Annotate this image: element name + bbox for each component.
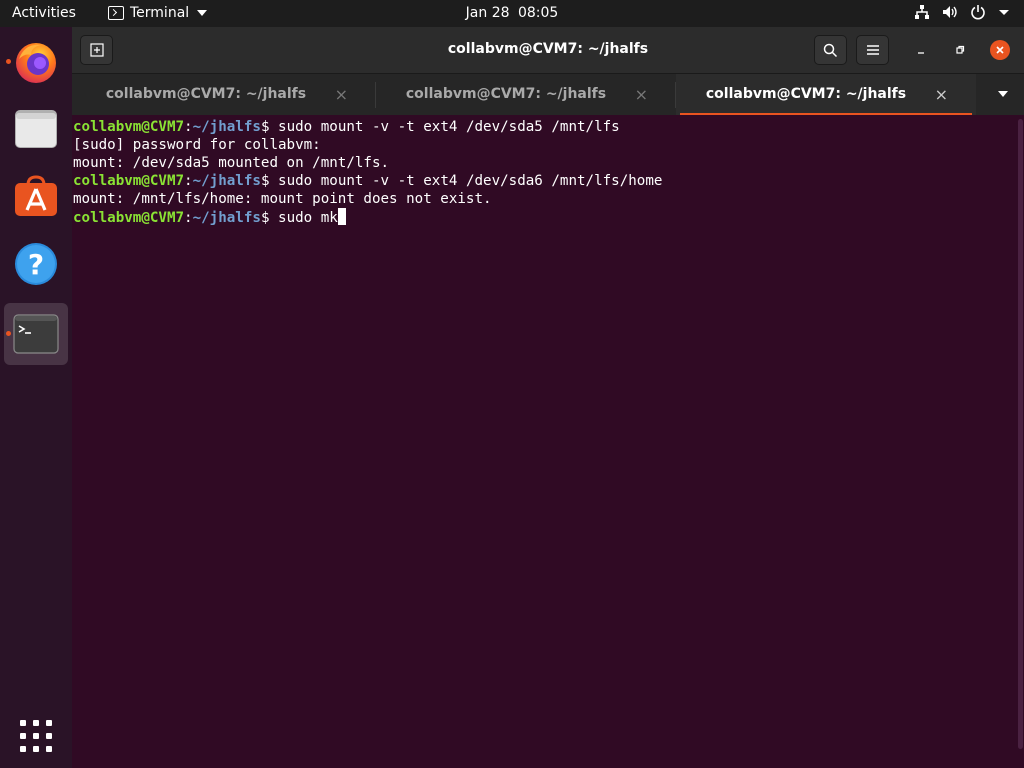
prompt-dollar: $ — [260, 210, 279, 226]
terminal-window: collabvm@CVM7: ~/jhalfs collabvm@CVM7: ~… — [72, 27, 1024, 768]
output-text: mount: /mnt/lfs/home: mount point does n… — [73, 191, 492, 207]
command-text: sudo mk — [278, 210, 338, 226]
firefox-icon — [16, 43, 56, 83]
prompt-user: collabvm@CVM7 — [73, 119, 185, 135]
prompt-colon: : — [184, 173, 193, 189]
prompt-path: ~/jhalfs — [192, 173, 261, 189]
tab-close-icon[interactable]: × — [335, 85, 348, 104]
close-icon — [996, 46, 1004, 54]
terminal-line: [sudo] password for collabvm: — [73, 136, 1016, 154]
volume-icon[interactable] — [942, 4, 958, 20]
terminal-line: mount: /dev/sda5 mounted on /mnt/lfs. — [73, 154, 1016, 172]
tabs-dropdown-icon[interactable] — [998, 91, 1008, 97]
files-icon — [15, 110, 57, 148]
network-icon[interactable] — [914, 4, 930, 20]
scrollbar-thumb[interactable] — [1018, 119, 1023, 749]
minimize-icon — [918, 52, 924, 54]
tab-1[interactable]: collabvm@CVM7: ~/jhalfs × — [76, 74, 376, 115]
dock: ? — [0, 27, 72, 768]
power-icon[interactable] — [970, 4, 986, 20]
tab-3-active[interactable]: collabvm@CVM7: ~/jhalfs × — [676, 74, 976, 116]
terminal-line: collabvm@CVM7:~/jhalfs$ sudo mount -v -t… — [73, 172, 1016, 190]
tab-bar: collabvm@CVM7: ~/jhalfs × collabvm@CVM7:… — [72, 73, 1024, 116]
menu-button[interactable] — [856, 35, 889, 65]
minimize-button[interactable] — [911, 40, 931, 60]
show-apps-button[interactable] — [4, 705, 68, 767]
clock-time: 08:05 — [517, 5, 559, 21]
search-button[interactable] — [814, 35, 847, 65]
terminal-line: collabvm@CVM7:~/jhalfs$ sudo mk — [73, 208, 1016, 226]
maximize-button[interactable] — [950, 40, 970, 60]
dock-item-software[interactable] — [4, 165, 68, 227]
prompt-colon: : — [184, 210, 193, 226]
clock-date: Jan 28 — [465, 5, 510, 21]
command-text: sudo mount -v -t ext4 /dev/sda5 /mnt/lfs — [278, 119, 620, 135]
svg-text:?: ? — [28, 248, 44, 281]
prompt-dollar: $ — [260, 173, 279, 189]
tab-label: collabvm@CVM7: ~/jhalfs — [105, 86, 307, 102]
terminal-scrollbar[interactable] — [1017, 115, 1024, 768]
tab-label: collabvm@CVM7: ~/jhalfs — [705, 86, 907, 102]
prompt-colon: : — [184, 119, 193, 135]
terminal-line: collabvm@CVM7:~/jhalfs$ sudo mount -v -t… — [73, 118, 1016, 136]
tab-label: collabvm@CVM7: ~/jhalfs — [405, 86, 607, 102]
prompt-user: collabvm@CVM7 — [73, 173, 185, 189]
header-bar[interactable]: collabvm@CVM7: ~/jhalfs — [72, 27, 1024, 73]
prompt-dollar: $ — [260, 119, 279, 135]
hamburger-icon — [866, 45, 879, 55]
prompt-path: ~/jhalfs — [192, 119, 261, 135]
search-icon — [823, 43, 838, 57]
tab-close-icon[interactable]: × — [635, 85, 648, 104]
maximize-icon — [956, 45, 965, 54]
dock-item-terminal[interactable] — [4, 303, 68, 365]
dock-item-firefox[interactable] — [4, 31, 68, 93]
system-tray[interactable] — [914, 4, 1010, 20]
terminal-line: mount: /mnt/lfs/home: mount point does n… — [73, 190, 1016, 208]
command-text: sudo mount -v -t ext4 /dev/sda6 /mnt/lfs… — [278, 173, 663, 189]
prompt-path: ~/jhalfs — [192, 210, 261, 226]
output-text: mount: /dev/sda5 mounted on /mnt/lfs. — [73, 155, 390, 171]
dock-item-help[interactable]: ? — [4, 233, 68, 295]
chevron-down-icon[interactable] — [998, 6, 1010, 18]
tab-2[interactable]: collabvm@CVM7: ~/jhalfs × — [376, 74, 676, 115]
prompt-user: collabvm@CVM7 — [73, 210, 185, 226]
top-bar: Activities Terminal Jan 28 08:05 — [0, 0, 1024, 27]
app-grid-icon — [20, 720, 52, 752]
dock-item-files[interactable] — [4, 97, 68, 159]
terminal-icon — [13, 314, 59, 354]
running-indicator — [6, 59, 11, 64]
help-icon: ? — [15, 243, 57, 285]
running-indicator — [6, 331, 11, 336]
output-text: [sudo] password for collabvm: — [73, 137, 321, 153]
close-button[interactable] — [990, 40, 1010, 60]
clock[interactable]: Jan 28 08:05 — [0, 5, 1024, 21]
software-icon — [15, 175, 57, 216]
text-cursor — [337, 208, 347, 225]
terminal-output[interactable]: collabvm@CVM7:~/jhalfs$ sudo mount -v -t… — [72, 115, 1017, 768]
tab-close-icon[interactable]: × — [935, 85, 948, 104]
